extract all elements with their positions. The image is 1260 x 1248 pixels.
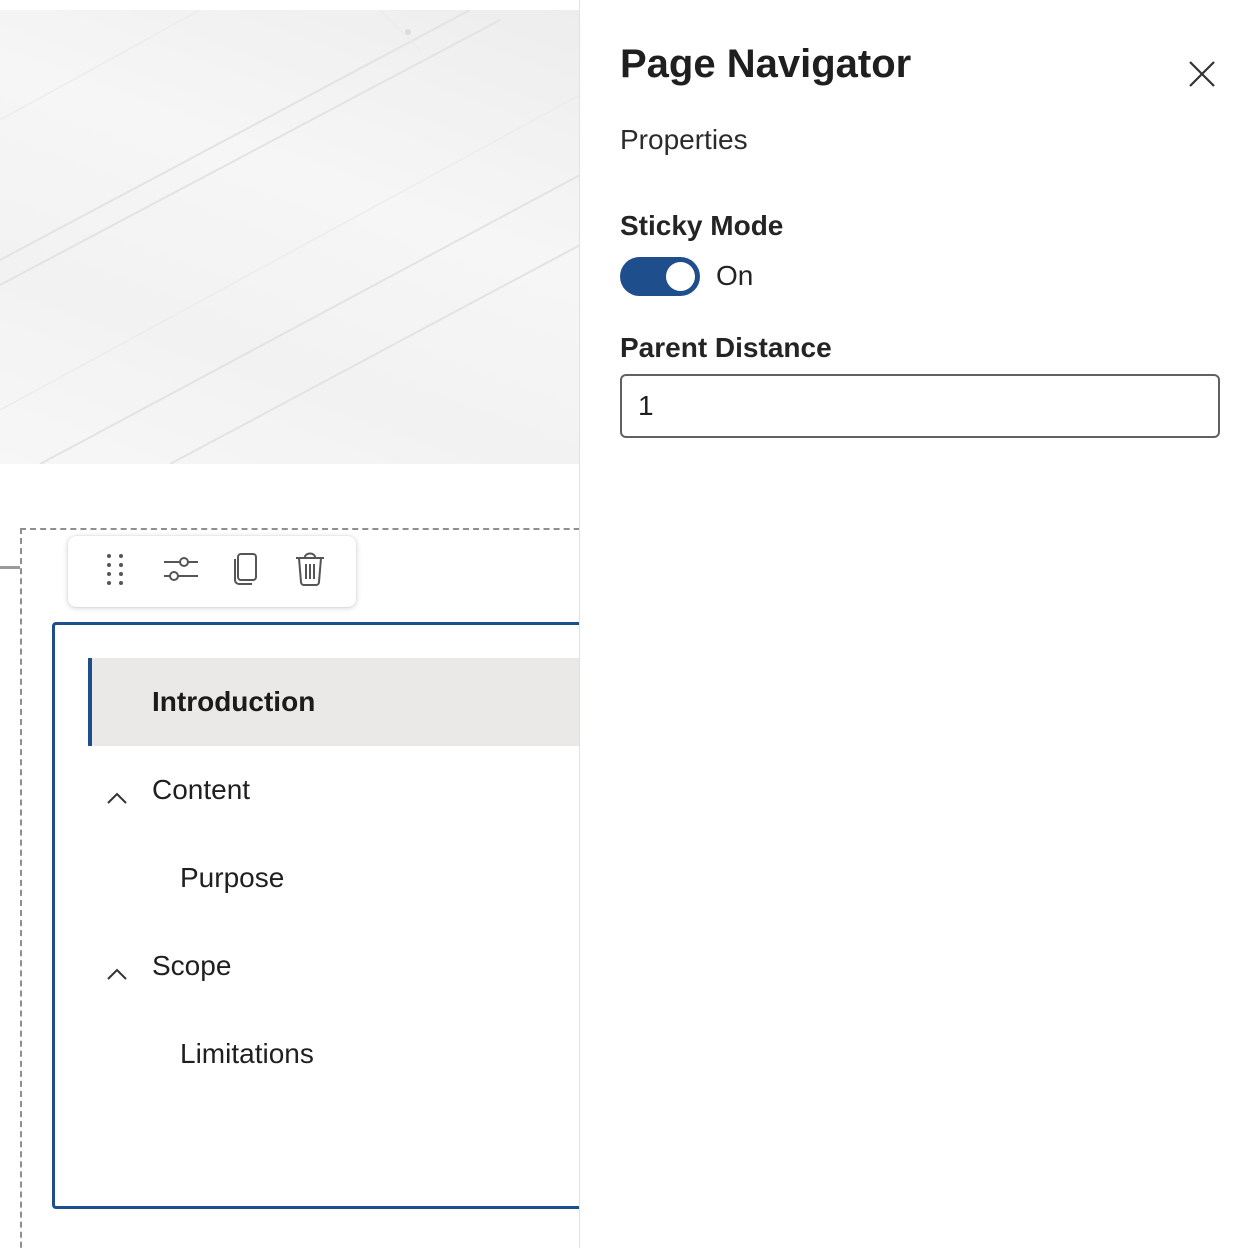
nav-item-scope[interactable]: Scope [88, 922, 580, 1010]
nav-item-limitations[interactable]: Limitations [88, 1010, 580, 1098]
panel-title: Page Navigator [620, 42, 912, 86]
nav-item-content[interactable]: Content [88, 746, 580, 834]
duplicate-icon [231, 552, 259, 591]
close-icon [1186, 61, 1218, 94]
web-part-toolbar [68, 536, 356, 607]
drag-handle-icon [103, 552, 127, 591]
edit-properties-button[interactable] [158, 550, 202, 594]
column-edge-marker [0, 566, 20, 569]
parent-distance-input[interactable] [620, 374, 1220, 438]
property-pane: Page Navigator Properties Sticky Mode On… [580, 0, 1260, 1248]
nav-item-label: Content [152, 774, 251, 805]
nav-item-introduction[interactable]: Introduction [88, 658, 580, 746]
nav-item-purpose[interactable]: Purpose [88, 834, 580, 922]
nav-item-label: Scope [152, 950, 232, 981]
delete-icon [294, 552, 326, 591]
delete-button[interactable] [288, 550, 332, 594]
properties-section-heading: Properties [620, 124, 748, 155]
page-navigator-web-part: Introduction Content Purpose Scope Limit… [52, 622, 580, 1209]
hero-image-graphic [0, 10, 580, 464]
sticky-mode-state: On [716, 260, 754, 291]
editor-canvas: Introduction Content Purpose Scope Limit… [0, 0, 580, 1248]
chevron-up-icon[interactable] [106, 956, 128, 988]
hero-image [0, 10, 580, 464]
parent-distance-label: Parent Distance [620, 332, 832, 363]
close-button[interactable] [1186, 58, 1218, 90]
sticky-mode-toggle[interactable] [620, 257, 700, 296]
drag-handle-button[interactable] [93, 550, 137, 594]
sticky-mode-label: Sticky Mode [620, 210, 784, 241]
nav-item-label: Purpose [180, 862, 285, 893]
settings-sliders-icon [162, 554, 198, 589]
duplicate-button[interactable] [223, 550, 267, 594]
nav-item-label: Limitations [180, 1038, 314, 1069]
chevron-up-icon[interactable] [106, 780, 128, 812]
nav-item-label: Introduction [152, 686, 316, 717]
toggle-knob [666, 262, 695, 291]
